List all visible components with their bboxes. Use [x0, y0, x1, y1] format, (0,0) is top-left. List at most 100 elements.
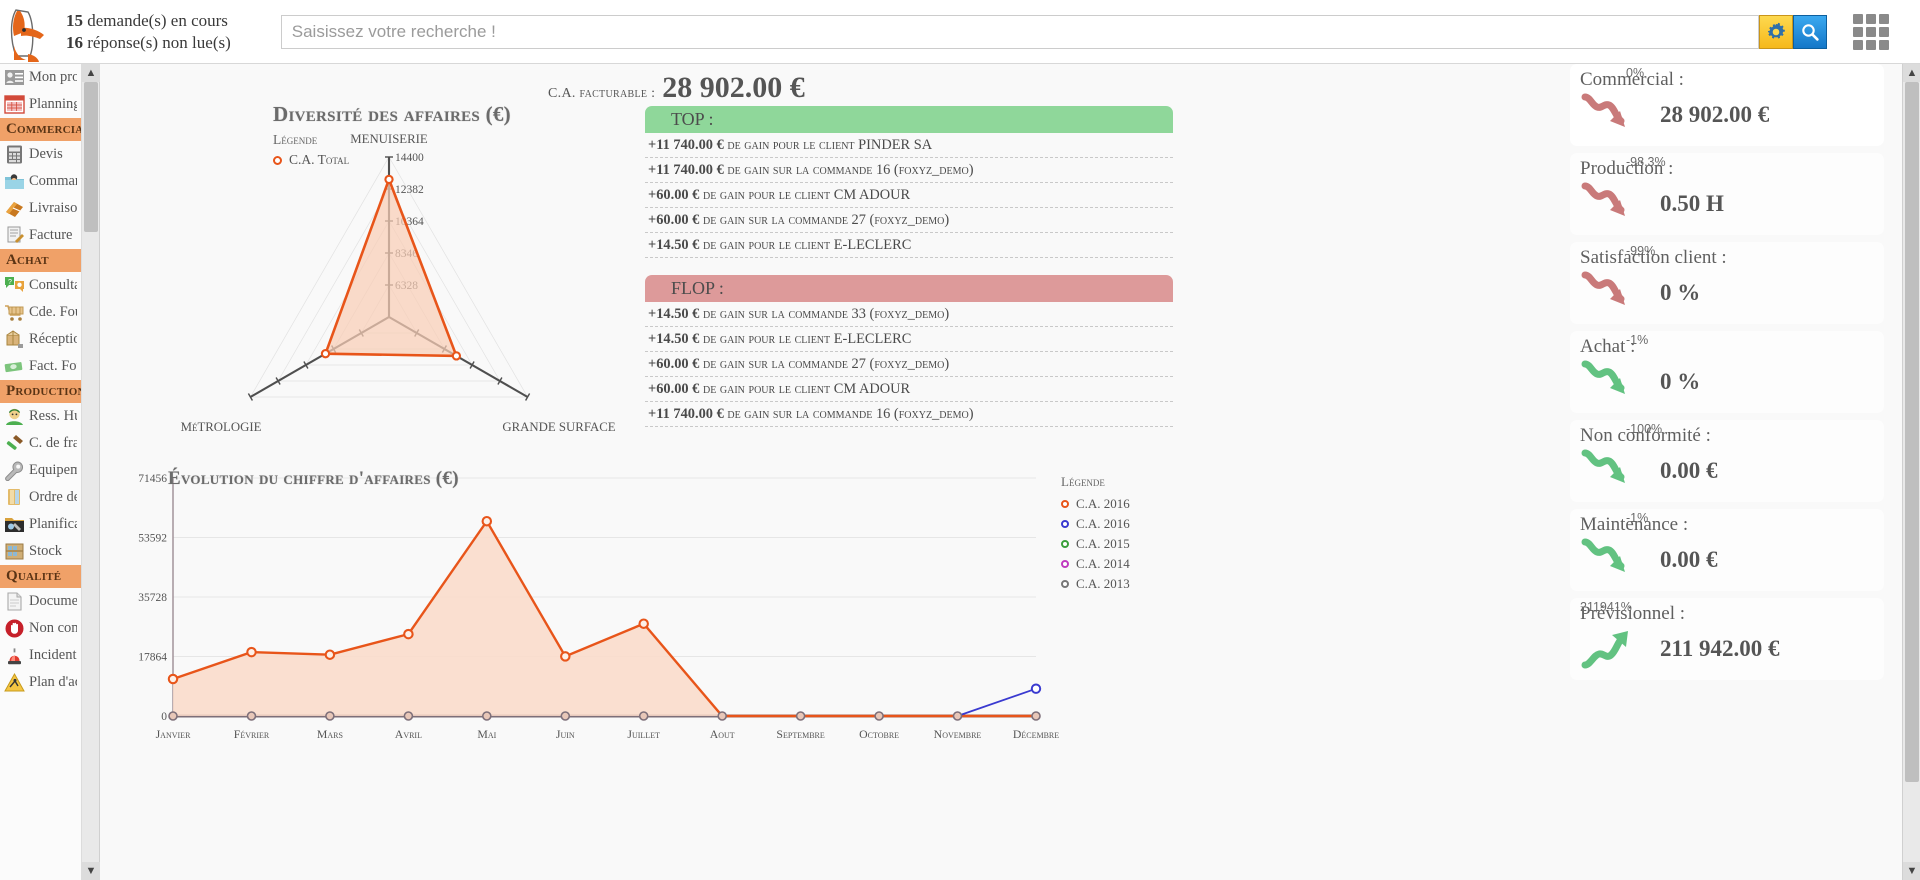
kpi-arrow [1580, 625, 1638, 672]
row-target: PINDER SA [858, 136, 933, 153]
calendar-icon [4, 94, 25, 115]
kpi-body: -98.3% 0.50 H [1580, 155, 1874, 227]
sidebar-item-c-de-frais[interactable]: C. de frais [0, 430, 81, 457]
dashboard-main: C.A. facturable : 28 902.00 € Diversité … [101, 64, 1548, 880]
line-legend-item[interactable]: C.A. 2016 [1061, 496, 1130, 512]
list-item[interactable]: +60.00 € de gain sur la commande 27 (fox… [645, 208, 1173, 233]
wrench-icon [4, 460, 25, 482]
line-legend-item[interactable]: C.A. 2015 [1061, 536, 1130, 552]
legend-dot [1061, 500, 1069, 508]
kpi-card-production[interactable]: Production : -98.3% 0.50 H [1570, 153, 1884, 235]
sidebar-scrollbar[interactable]: ▲ ▼ [82, 64, 100, 880]
top-list-rows: +11 740.00 € de gain pour le client PIND… [645, 133, 1173, 258]
svg-text:14400: 14400 [395, 152, 424, 164]
sidebar-item-incident[interactable]: Incident [0, 642, 81, 669]
sidebar-scroll-up[interactable]: ▲ [82, 64, 100, 82]
sidebar-item-r-ception[interactable]: Réception [0, 326, 81, 353]
sidebar-item-stock[interactable]: Stock [0, 538, 81, 565]
sidebar-item-document[interactable]: Document [0, 588, 81, 615]
kpi-body: -1% 0 % [1580, 333, 1874, 405]
row-amount: +11 740.00 € [648, 405, 724, 422]
line-legend-title: Légende [1061, 474, 1105, 489]
kpi-card-achat[interactable]: Achat : -1% 0 % [1570, 331, 1884, 413]
search-submit-button[interactable] [1792, 14, 1827, 49]
list-item[interactable]: +11 740.00 € de gain pour le client PIND… [645, 133, 1173, 158]
main-scroll-down[interactable]: ▼ [1903, 862, 1920, 880]
row-amount: +60.00 € [648, 186, 700, 203]
sidebar-item-fact-fourn[interactable]: Fact. Fourn. [0, 353, 81, 380]
sidebar-item-ordre-de-fab[interactable]: Ordre de fab. [0, 484, 81, 511]
planning-folder-icon [4, 514, 25, 535]
row-text: de gain sur la commande [702, 211, 848, 228]
sidebar-item-livraison[interactable]: Livraison [0, 195, 81, 222]
sidebar-item-mon-profil[interactable]: Mon profil [0, 64, 81, 91]
kpi-percent: -1% [1626, 333, 1649, 347]
main-scroll-thumb[interactable] [1905, 82, 1919, 782]
kpi-card-pr-visionnel[interactable]: Prévisionnel : 211941% 211 942.00 € [1570, 598, 1884, 680]
sidebar-scroll-thumb[interactable] [84, 82, 98, 232]
row-text: de gain pour le client [727, 136, 855, 153]
kpi-title: Satisfaction client : [1580, 247, 1727, 268]
sidebar-item-devis[interactable]: Devis [0, 141, 81, 168]
sidebar-item-equipement[interactable]: Equipement [0, 457, 81, 484]
kpi-title: Maintenance : [1580, 514, 1689, 535]
svg-text:Septembre: Septembre [776, 727, 824, 741]
line-legend-item[interactable]: C.A. 2013 [1061, 576, 1130, 592]
app-logo[interactable] [8, 4, 60, 62]
search-input[interactable] [280, 14, 1759, 49]
sidebar-item-label: Cde. Fourn. [29, 304, 77, 320]
sidebar-item-planning[interactable]: Planning [0, 91, 81, 118]
svg-text:Mars: Mars [317, 727, 343, 741]
document-icon [4, 591, 25, 612]
sidebar-item-ress-hum[interactable]: Ress. Hum. [0, 403, 81, 430]
kpi-card-satisfaction-client[interactable]: Satisfaction client : -99% 0 % [1570, 242, 1884, 324]
stop-hand-icon [4, 618, 25, 639]
row-target: 16 (foxyz_demo) [875, 405, 974, 422]
list-item[interactable]: +14.50 € de gain pour le client E-LECLER… [645, 327, 1173, 352]
list-item[interactable]: +11 740.00 € de gain sur la commande 16 … [645, 158, 1173, 183]
sidebar-section-qualité: Qualité [0, 565, 81, 588]
search-settings-button[interactable] [1758, 14, 1793, 49]
apps-grid-icon[interactable] [1852, 13, 1889, 50]
kpi-value: 0.50 H [1660, 190, 1724, 216]
line-legend-item[interactable]: C.A. 2014 [1061, 556, 1130, 572]
sidebar-item-plan-d-actions[interactable]: Plan d'actions [0, 669, 81, 696]
reponses-label: réponse(s) non lue(s) [87, 32, 231, 52]
svg-text:Janvier: Janvier [156, 727, 191, 741]
sidebar-item-planification[interactable]: Planification [0, 511, 81, 538]
main-scroll-up[interactable]: ▲ [1903, 64, 1920, 82]
sidebar-item-non-confor[interactable]: Non confor. [0, 615, 81, 642]
sidebar-item-label: Equipement [29, 462, 77, 478]
list-item[interactable]: +60.00 € de gain pour le client CM ADOUR [645, 183, 1173, 208]
sidebar-item-label: Non confor. [29, 620, 77, 636]
sidebar-item-label: Livraison [29, 200, 77, 216]
radar-legend-item[interactable]: C.A. Total [273, 152, 349, 168]
flop-list-header: FLOP : [645, 275, 1173, 302]
kpi-card-maintenance[interactable]: Maintenance : -1% 0.00 € [1570, 509, 1884, 591]
line-legend-item[interactable]: C.A. 2016 [1061, 516, 1130, 532]
list-item[interactable]: +14.50 € de gain sur la commande 33 (fox… [645, 302, 1173, 327]
kpi-percent: -100% [1626, 422, 1663, 436]
list-item[interactable]: +60.00 € de gain pour le client CM ADOUR [645, 377, 1173, 402]
search-icon [1802, 23, 1819, 41]
svg-text:GRANDE SURFACE: GRANDE SURFACE [502, 420, 615, 434]
sidebar-item-consultation[interactable]: ? Consultation [0, 272, 81, 299]
kpi-card-non-conformit[interactable]: Non conformité : -100% 0.00 € [1570, 420, 1884, 502]
list-item[interactable]: +11 740.00 € de gain sur la commande 16 … [645, 402, 1173, 427]
sidebar-item-cde-fourn[interactable]: Cde. Fourn. [0, 299, 81, 326]
legend-label: C.A. 2014 [1076, 556, 1130, 571]
trend-down-arrow-icon [1581, 449, 1625, 483]
row-amount: +11 740.00 € [648, 136, 724, 153]
row-amount: +60.00 € [648, 380, 700, 397]
main-scrollbar[interactable]: ▲ ▼ [1902, 64, 1920, 880]
sidebar-item-facture[interactable]: Facture [0, 222, 81, 249]
sidebar-item-commande[interactable]: Commande [0, 168, 81, 195]
sidebar-scroll-down[interactable]: ▼ [82, 862, 100, 880]
kpi-card-commercial[interactable]: Commercial : 0% 28 902.00 € [1570, 64, 1884, 146]
list-item[interactable]: +60.00 € de gain sur la commande 27 (fox… [645, 352, 1173, 377]
gear-icon [1767, 22, 1785, 39]
sidebar-section-commercial: Commercial [0, 118, 81, 141]
row-target: E-LECLERC [833, 330, 912, 347]
list-item[interactable]: +14.50 € de gain pour le client E-LECLER… [645, 233, 1173, 258]
sidebar-item-label: Ress. Hum. [29, 408, 77, 424]
